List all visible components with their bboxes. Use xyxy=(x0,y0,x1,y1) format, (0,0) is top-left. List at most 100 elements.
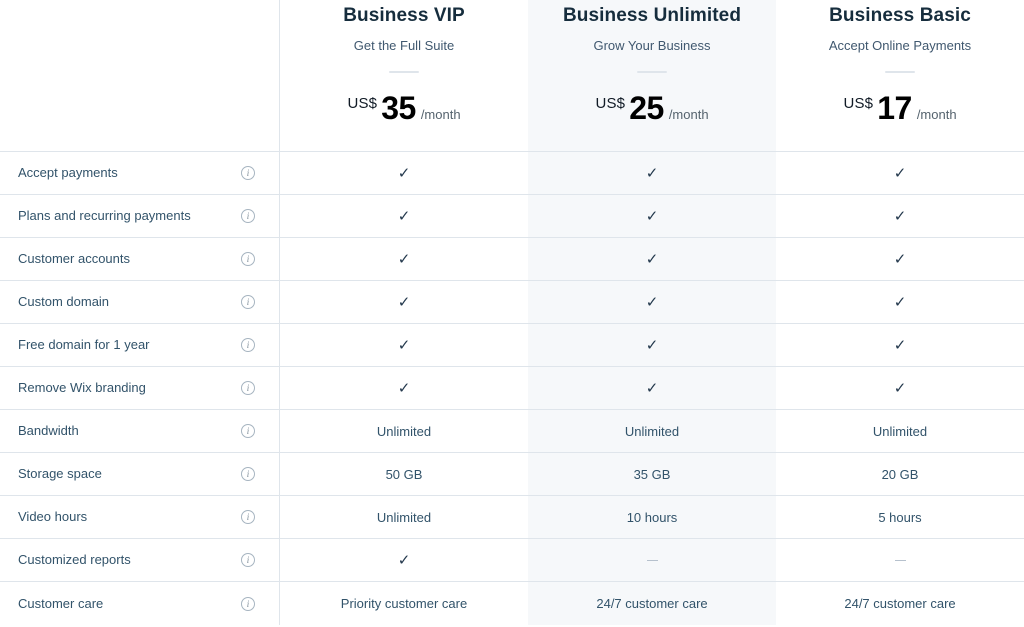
feature-label: Storage space xyxy=(18,466,102,481)
table-row: Accept payments i ✓ ✓ ✓ xyxy=(0,152,1024,195)
info-icon[interactable]: i xyxy=(241,252,255,266)
price-currency: US$ xyxy=(595,95,626,112)
price-period: /month xyxy=(668,107,709,122)
feature-value-cell: 24/7 customer care xyxy=(776,582,1024,625)
feature-label: Customized reports xyxy=(18,552,131,567)
feature-value-cell: Unlimited xyxy=(528,410,776,452)
price-period: /month xyxy=(916,107,957,122)
price-currency: US$ xyxy=(843,95,874,112)
info-icon[interactable]: i xyxy=(241,381,255,395)
feature-value-cell: ✓ xyxy=(776,152,1024,194)
feature-value-text: Unlimited xyxy=(624,423,680,439)
table-row: Custom domain i ✓ ✓ ✓ xyxy=(0,281,1024,324)
check-icon: ✓ xyxy=(645,379,659,397)
info-icon[interactable]: i xyxy=(241,424,255,438)
check-icon: ✓ xyxy=(397,336,411,354)
check-icon: ✓ xyxy=(893,207,907,225)
feature-label-cell: Free domain for 1 year i xyxy=(0,324,280,366)
plan-header-business-vip: Business VIP Get the Full Suite US$ 35/mont… xyxy=(280,0,528,151)
table-row: Customer care i Priority customer care 24/7… xyxy=(0,582,1024,625)
plan-tagline: Grow Your Business xyxy=(593,38,711,53)
check-icon: ✓ xyxy=(645,336,659,354)
plan-price: US$ 25/month xyxy=(595,92,708,124)
feature-value-cell: 24/7 customer care xyxy=(528,582,776,625)
feature-value-cell: 20 GB xyxy=(776,453,1024,495)
feature-label: Bandwidth xyxy=(18,423,79,438)
feature-value-text: 20 GB xyxy=(881,466,919,482)
feature-label: Customer accounts xyxy=(18,251,130,266)
feature-value-text: Unlimited xyxy=(872,423,928,439)
check-icon: ✓ xyxy=(893,336,907,354)
info-icon[interactable]: i xyxy=(241,510,255,524)
feature-value-text: Unlimited xyxy=(376,509,432,525)
table-row: Plans and recurring payments i ✓ ✓ ✓ xyxy=(0,195,1024,238)
feature-value-cell: Unlimited xyxy=(280,496,528,538)
feature-value-cell: 35 GB xyxy=(528,453,776,495)
feature-label-cell: Customer care i xyxy=(0,582,280,625)
info-icon[interactable]: i xyxy=(241,596,255,611)
feature-value-cell: Unlimited xyxy=(280,410,528,452)
plan-name: Business Basic xyxy=(829,5,971,26)
check-icon: ✓ xyxy=(893,293,907,311)
feature-value-cell: ✓ xyxy=(280,539,528,581)
table-row: Customer accounts i ✓ ✓ ✓ xyxy=(0,238,1024,281)
feature-value-text: Priority customer care xyxy=(340,596,468,611)
plan-price: US$ 35/month xyxy=(347,92,460,124)
feature-value-cell: ✓ xyxy=(280,238,528,280)
plan-tagline: Accept Online Payments xyxy=(828,38,972,53)
feature-value-cell: ✓ xyxy=(280,367,528,409)
feature-label-cell: Accept payments i xyxy=(0,152,280,194)
feature-value-cell: ✓ xyxy=(528,324,776,366)
feature-label: Free domain for 1 year xyxy=(18,337,150,352)
check-icon: ✓ xyxy=(397,293,411,311)
feature-label-cell: Plans and recurring payments i xyxy=(0,195,280,237)
check-icon: ✓ xyxy=(645,293,659,311)
price-amount: 35 xyxy=(381,90,416,126)
check-icon: ✓ xyxy=(893,379,907,397)
plan-name: Business VIP xyxy=(343,5,465,26)
info-icon[interactable]: i xyxy=(241,553,255,567)
feature-value-cell: Unlimited xyxy=(776,410,1024,452)
feature-value-cell xyxy=(528,539,776,581)
info-icon[interactable]: i xyxy=(241,338,255,352)
check-icon: ✓ xyxy=(645,250,659,268)
feature-value-cell: ✓ xyxy=(776,195,1024,237)
plan-name: Business Unlimited xyxy=(562,5,742,26)
feature-value-cell: ✓ xyxy=(280,195,528,237)
feature-label: Video hours xyxy=(18,509,88,524)
table-body: Accept payments i ✓ ✓ ✓ Plans and recurring p… xyxy=(0,152,1024,627)
feature-label: Accept payments xyxy=(18,165,118,180)
check-icon: ✓ xyxy=(645,207,659,225)
feature-value-cell: ✓ xyxy=(280,281,528,323)
info-icon[interactable]: i xyxy=(241,166,255,180)
table-row: Customized reports i ✓ xyxy=(0,539,1024,582)
feature-value-cell: 10 hours xyxy=(528,496,776,538)
check-icon: ✓ xyxy=(893,250,907,268)
feature-value-cell xyxy=(776,539,1024,581)
feature-value-cell: ✓ xyxy=(776,367,1024,409)
info-icon[interactable]: i xyxy=(241,467,255,481)
feature-column-header xyxy=(0,0,280,151)
feature-label-cell: Custom domain i xyxy=(0,281,280,323)
plan-divider-rule xyxy=(389,71,419,73)
feature-label: Custom domain xyxy=(18,294,110,309)
check-icon: ✓ xyxy=(645,164,659,182)
feature-value-cell: 5 hours xyxy=(776,496,1024,538)
table-row: Free domain for 1 year i ✓ ✓ ✓ xyxy=(0,324,1024,367)
feature-label-cell: Remove Wix branding i xyxy=(0,367,280,409)
plan-divider-rule xyxy=(885,71,915,73)
feature-value-text: 24/7 customer care xyxy=(844,596,956,611)
check-icon: ✓ xyxy=(397,551,411,569)
info-icon[interactable]: i xyxy=(241,209,255,223)
feature-value-text: 50 GB xyxy=(385,466,423,482)
table-row: Remove Wix branding i ✓ ✓ ✓ xyxy=(0,367,1024,410)
feature-value-cell: ✓ xyxy=(776,324,1024,366)
info-icon[interactable]: i xyxy=(241,295,255,309)
price-period: /month xyxy=(420,107,461,122)
feature-value-text: Unlimited xyxy=(376,423,432,439)
feature-value-text: 35 GB xyxy=(633,466,671,482)
feature-value-cell: ✓ xyxy=(528,281,776,323)
price-amount: 25 xyxy=(629,90,664,126)
feature-value-cell: ✓ xyxy=(776,238,1024,280)
dash-icon xyxy=(894,559,906,561)
